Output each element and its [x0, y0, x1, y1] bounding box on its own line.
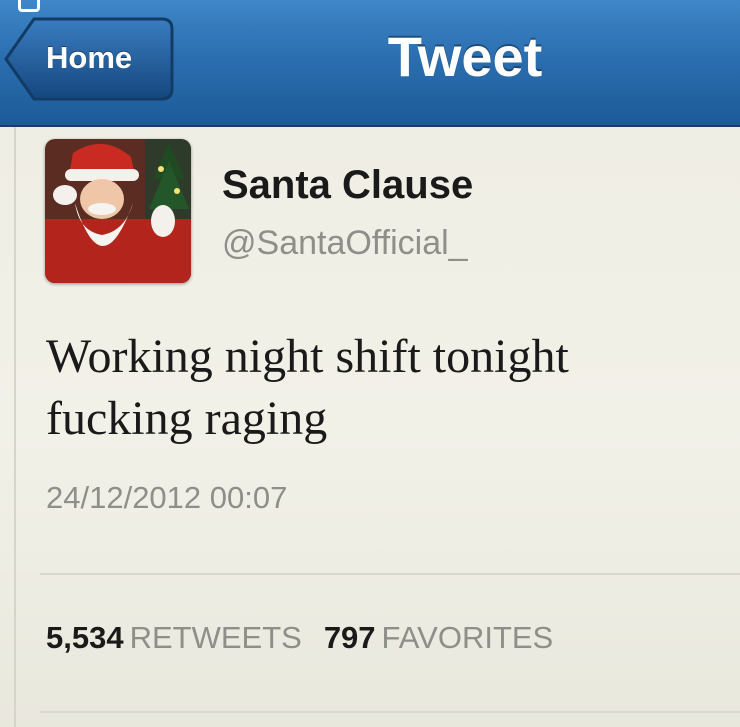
user-handle[interactable]: @SantaOfficial_	[222, 224, 468, 263]
camera-icon	[18, 0, 40, 12]
favorites-stat[interactable]: 797 FAVORITES	[324, 620, 575, 655]
tweet-stats: 5,534 RETWEETS 797 FAVORITES	[46, 620, 575, 656]
retweets-label: RETWEETS	[129, 620, 302, 655]
stats-divider-top	[40, 573, 740, 575]
avatar-image	[45, 139, 191, 283]
left-divider	[14, 127, 16, 727]
page-title: Tweet	[387, 25, 543, 88]
display-name[interactable]: Santa Clause	[222, 163, 473, 208]
tweet-text-line: Working night shift tonight	[46, 330, 569, 383]
favorites-count: 797	[323, 620, 376, 655]
santa-avatar[interactable]	[45, 139, 191, 283]
tweet-text-line: fucking raging	[46, 392, 328, 445]
favorites-label: FAVORITES	[381, 620, 554, 655]
stats-divider-bottom	[40, 711, 740, 713]
nav-bar: Home Tweet	[0, 0, 740, 127]
tweet-timestamp: 24/12/2012 00:07	[46, 480, 288, 515]
retweets-stat[interactable]: 5,534 RETWEETS	[46, 620, 324, 655]
tweet-text: Working night shift tonight fucking ragi…	[46, 326, 726, 450]
retweets-count: 5,534	[46, 620, 124, 655]
